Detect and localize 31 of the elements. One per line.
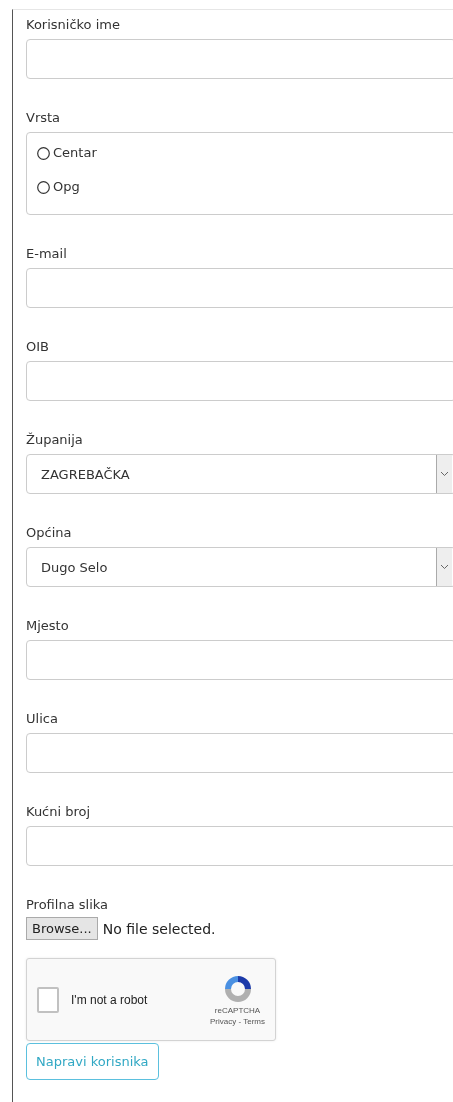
- field-label: Mjesto: [26, 617, 69, 635]
- file-status: No file selected.: [102, 920, 216, 937]
- field-label: Korisničko ime: [26, 16, 120, 34]
- input-field[interactable]: [26, 733, 453, 773]
- captcha-brand: reCAPTCHA: [214, 1005, 261, 1015]
- field-label: E-mail: [26, 245, 67, 263]
- radio-label: Centar: [53, 144, 97, 162]
- input-field[interactable]: [26, 268, 453, 308]
- input-field[interactable]: [26, 640, 453, 680]
- radio-button[interactable]: [37, 180, 50, 194]
- field-label: Županija: [26, 431, 83, 449]
- chevron-down-icon: [440, 564, 449, 570]
- field-label: OIB: [26, 338, 49, 356]
- input-field[interactable]: [26, 39, 453, 79]
- input-field[interactable]: [26, 826, 453, 866]
- browse-button[interactable]: Browse...: [26, 917, 98, 940]
- field-label: Vrsta: [26, 109, 61, 127]
- select-dropdown[interactable]: Dugo Selo: [26, 547, 453, 587]
- captcha-checkbox[interactable]: [37, 986, 59, 1013]
- field-label: Ulica: [26, 710, 58, 728]
- captcha-links[interactable]: Privacy - Terms: [210, 1016, 265, 1026]
- radio-label: Opg: [53, 178, 80, 196]
- field-label: Općina: [26, 524, 72, 542]
- field-label: Profilna slika: [26, 896, 109, 914]
- input-field[interactable]: [26, 361, 453, 401]
- recaptcha-logo-icon: [222, 973, 253, 1004]
- select-dropdown[interactable]: ZAGREBAČKA: [26, 454, 453, 494]
- field-label: Kućni broj: [26, 803, 91, 821]
- captcha-label: I'm not a robot: [71, 992, 149, 1007]
- chevron-down-icon: [440, 471, 449, 477]
- radio-button[interactable]: [37, 146, 50, 160]
